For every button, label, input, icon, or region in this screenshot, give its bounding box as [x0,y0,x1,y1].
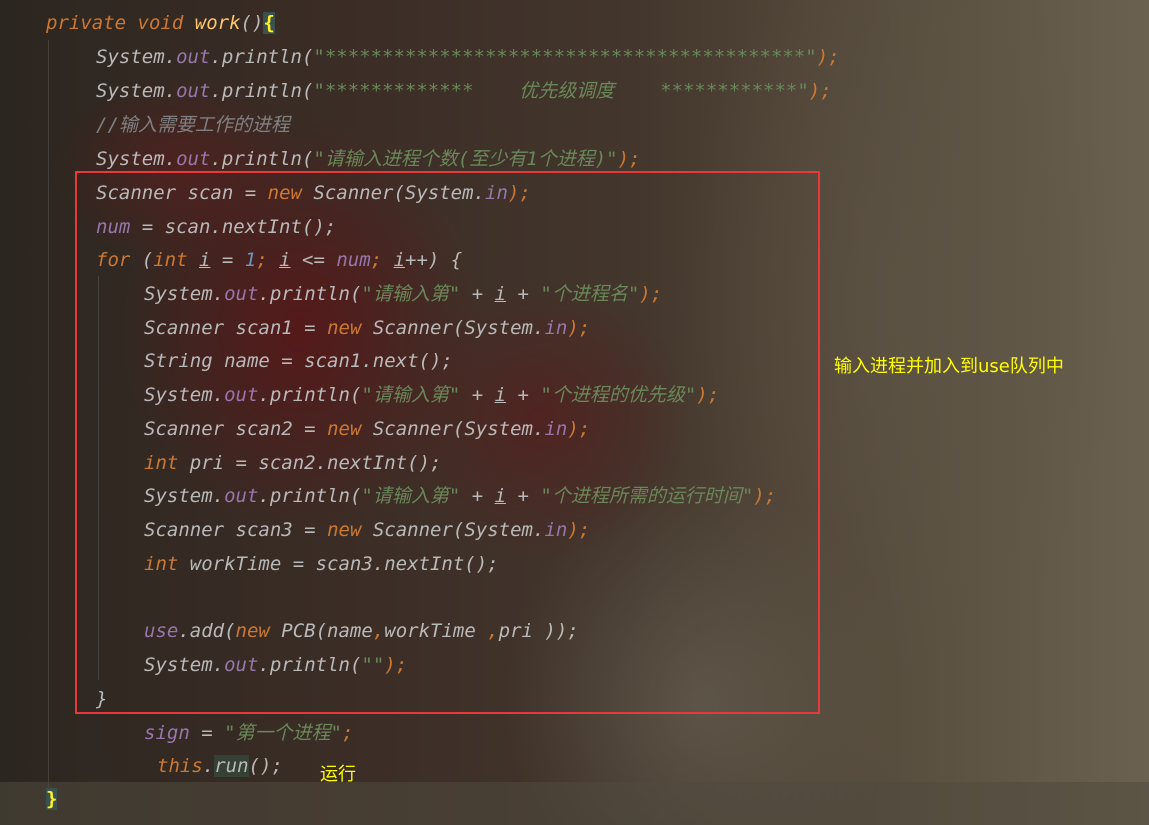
field-out: out [176,46,211,68]
code-line[interactable]: System.out.println("************* 优先级调度 … [96,74,832,108]
highlight-box [75,171,820,714]
statement-end: ); [808,80,832,102]
dot: . [210,80,222,102]
matched-open-brace: { [263,12,275,34]
method-name: work [194,12,241,34]
semicolon: ; [341,722,354,744]
string-literal: "第一个进程" [224,722,342,744]
matched-close-brace: } [46,788,58,810]
code-line-close-method[interactable]: } [46,782,58,816]
system-ident: System [96,80,165,102]
println-call: println [221,80,302,102]
paren: ( [301,80,314,102]
println-call: println [221,46,302,68]
statement-end: ); [816,46,840,68]
println-call: println [221,148,302,170]
statement-end: ); [617,148,641,170]
field-out: out [176,148,211,170]
keyword-private: private [46,12,127,34]
indent-guide [48,40,49,790]
system-ident: System [96,46,165,68]
current-line-strip [0,782,1149,825]
run-call: run [214,755,249,777]
paren: ( [301,148,314,170]
code-line[interactable]: System.out.println("********************… [96,40,840,74]
string-literal: "请输入进程个数(至少有1个进程)" [313,148,618,170]
dot: . [210,46,222,68]
code-comment[interactable]: //输入需要工作的进程 [96,108,290,142]
string-literal: "***************************************… [313,46,817,68]
field-sign: sign [144,722,190,744]
dot: . [164,148,177,170]
operator: = [189,722,225,744]
annotation-run-label: 运行 [320,764,356,785]
dot: . [202,755,215,777]
method-parens: () [240,12,264,34]
field-out: out [176,80,211,102]
system-ident: System [96,148,165,170]
code-line[interactable]: this.run(); [157,749,283,783]
annotation-box-label: 输入进程并加入到use队列中 [834,356,1064,377]
code-text: (); [248,755,283,777]
code-line-method-signature[interactable]: private void work(){ [46,6,275,40]
dot: . [164,80,177,102]
code-line[interactable]: sign = "第一个进程"; [144,716,353,750]
string-literal: "************* 优先级调度 ************" [313,80,809,102]
dot: . [210,148,222,170]
keyword-this: this [157,755,203,777]
paren: ( [301,46,314,68]
dot: . [164,46,177,68]
keyword-void: void [137,12,184,34]
